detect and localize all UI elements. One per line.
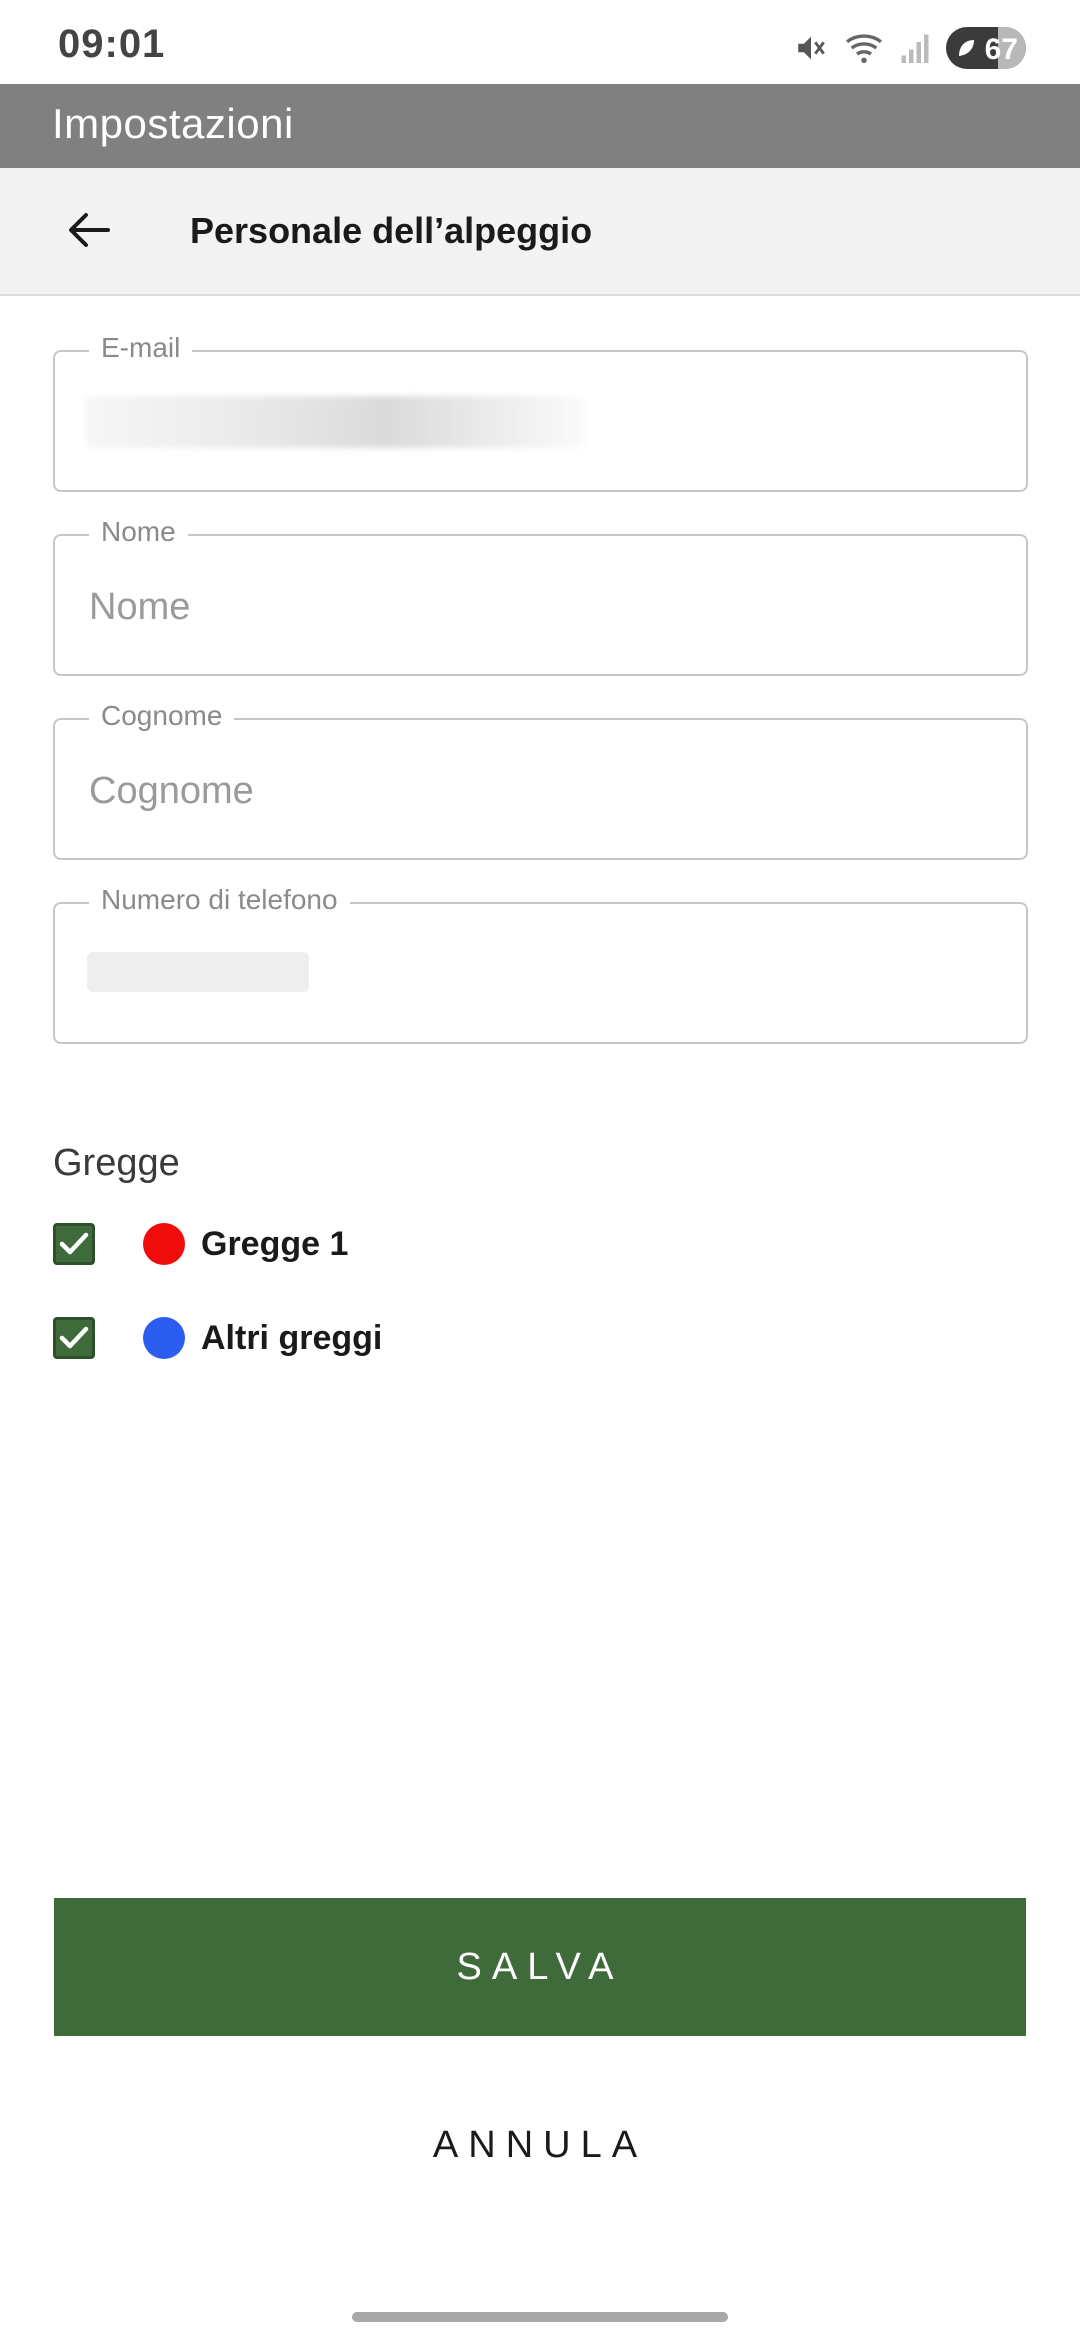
gregge-color-dot [143, 1317, 185, 1359]
check-icon [59, 1232, 89, 1255]
status-icons: 67 [794, 26, 1026, 70]
signal-icon [900, 31, 930, 65]
gregge-item[interactable]: Altri greggi [53, 1308, 382, 1368]
gregge-label: Gregge 1 [201, 1224, 349, 1263]
cognome-field[interactable]: Cognome [53, 700, 1028, 860]
gregge-color-dot [143, 1223, 185, 1265]
battery-level: 67 [984, 33, 1018, 66]
battery-icon: 67 [946, 27, 1026, 69]
phone-label: Numero di telefono [89, 884, 350, 916]
app-bar-title: Impostazioni [52, 100, 294, 147]
app-bar: Impostazioni [0, 84, 1080, 168]
status-time: 09:01 [58, 22, 166, 66]
check-icon [59, 1326, 89, 1349]
page-title: Personale dell’alpeggio [190, 210, 593, 251]
cancel-button[interactable]: ANNULA [54, 2076, 1026, 2214]
cognome-input[interactable] [89, 766, 989, 816]
save-button[interactable]: SALVA [54, 1898, 1026, 2036]
gregge-checkbox[interactable] [53, 1223, 95, 1265]
email-field[interactable]: E-mail [53, 332, 1028, 492]
gregge-item[interactable]: Gregge 1 [53, 1214, 348, 1274]
phone-field[interactable]: Numero di telefono [53, 884, 1028, 1044]
email-label: E-mail [89, 332, 193, 364]
arrow-left-icon [66, 210, 110, 255]
home-indicator[interactable] [352, 2312, 728, 2322]
gregge-checkbox[interactable] [53, 1317, 95, 1359]
email-value-redacted [85, 396, 585, 448]
cognome-label: Cognome [89, 700, 235, 732]
mute-icon [794, 31, 828, 65]
nome-input[interactable] [89, 582, 989, 632]
gregge-label: Altri greggi [201, 1318, 383, 1357]
status-bar: 09:01 67 [0, 0, 1080, 84]
gregge-section-title: Gregge [53, 1142, 180, 1184]
nome-field[interactable]: Nome [53, 516, 1028, 676]
wifi-icon [844, 31, 884, 65]
back-button[interactable] [54, 198, 122, 266]
nome-label: Nome [89, 516, 188, 548]
phone-value-redacted [87, 952, 309, 992]
sub-header: Personale dell’alpeggio [0, 168, 1080, 296]
